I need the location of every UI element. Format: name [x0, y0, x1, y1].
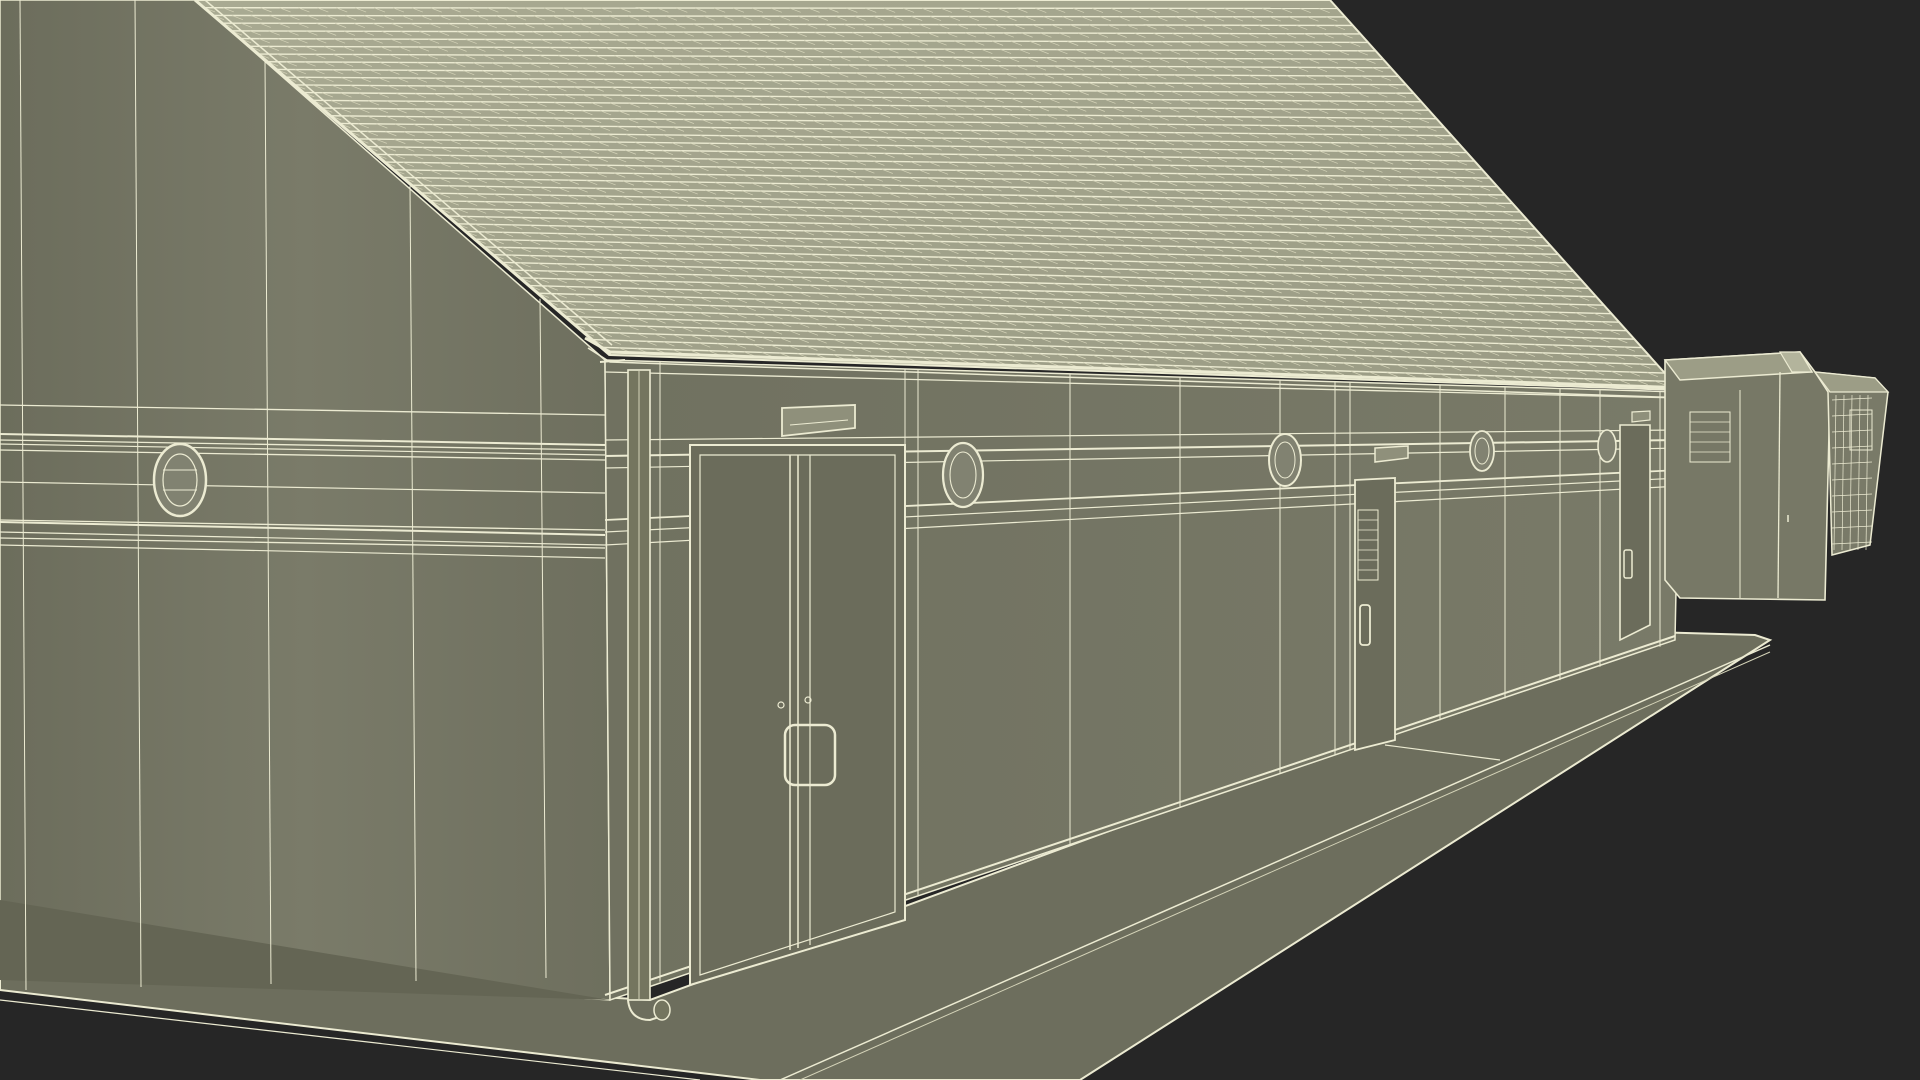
double-door [689, 444, 906, 987]
oval-vent [941, 441, 985, 509]
side-door [1619, 410, 1651, 642]
building-wireframe-render [0, 0, 1920, 1080]
oval-vent [152, 442, 208, 518]
oval-vent [1597, 429, 1617, 463]
oval-vent [1268, 433, 1302, 487]
utility-box [1663, 351, 1831, 601]
oval-vent [1469, 430, 1495, 472]
single-door [1354, 477, 1396, 752]
wireframe-viewport [0, 0, 1920, 1080]
